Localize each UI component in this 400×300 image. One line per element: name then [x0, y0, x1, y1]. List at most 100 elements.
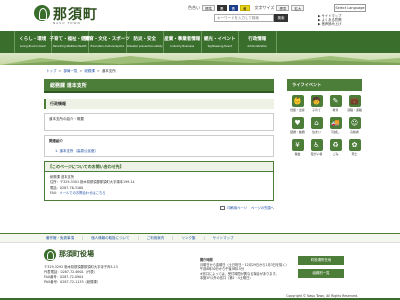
flower-icon: ✿: [348, 139, 361, 151]
footer-link-privacy[interactable]: 個人情報の取扱について: [91, 236, 129, 241]
size-standard-button[interactable]: 標準: [276, 5, 290, 11]
life-event-label: 税金: [294, 152, 301, 156]
heart-icon: ♥: [291, 117, 304, 129]
color-black-button[interactable]: 黒: [217, 5, 227, 11]
site-logo[interactable]: 那須町 NASU TOWN: [34, 4, 97, 28]
header-quick-links: ▶ サイトマップ ▶ よくある質問 ▶ 音声読み上げ: [318, 14, 341, 27]
footer-hours-line: 本館2F以外の窓口（第2・4土曜日）: [200, 276, 253, 281]
footer-sep: |: [172, 236, 174, 240]
select-language-button[interactable]: Select Language: [334, 4, 366, 12]
nav-item-education[interactable]: 教育・文化・スポーツ Education,Culture,Sports: [85, 31, 130, 53]
global-nav: くらし・環境 Living,Environment 子育て・福祉・健康 Parent…: [0, 31, 400, 53]
color-blue-button[interactable]: 青: [228, 5, 238, 11]
nav-sublabel: Administration: [247, 44, 268, 48]
breadcrumb-current: 道本支所: [101, 69, 116, 73]
life-event-death[interactable]: ✿ 死亡: [346, 139, 363, 159]
hero-banner: [0, 53, 400, 65]
nav-label: 産業・事業者情報: [164, 37, 201, 42]
life-event-label: 子育て: [312, 108, 321, 112]
life-event-label: 就職・退職: [347, 108, 362, 112]
nav-item-sightseeing[interactable]: 観光・イベント Sightseeing,Event: [202, 31, 239, 53]
nav-sublabel: Industry,Business: [170, 44, 195, 48]
breadcrumb-top[interactable]: トップ: [46, 69, 57, 74]
logo-emblem-icon: [34, 5, 50, 21]
life-event-garbage[interactable]: ♻ ごみ: [327, 139, 344, 159]
nav-label: 観光・イベント: [204, 37, 236, 42]
town-hall-location-button[interactable]: 町役場所在地: [298, 256, 344, 265]
site-footer: 那須町役場 〒329-3292 栃木県那須郡那須町大字寺子丙3-13 代表電話：…: [0, 244, 400, 300]
nav-label: くらし・環境: [19, 37, 47, 42]
page-title: 総務課 道本支所: [44, 79, 274, 93]
footer-logo: 那須町役場: [44, 249, 104, 263]
nav-sublabel: Parenting,Welfare,Health: [53, 44, 87, 48]
life-event-moving[interactable]: 🚚 引越し: [327, 117, 344, 137]
sidebar-heading: ライフイベント: [287, 79, 362, 91]
display-tools: 色合い 標準 黒 青 黄 文字サイズ 標準 拡大: [188, 4, 305, 12]
section-heading: 行政情報: [44, 99, 274, 109]
life-event-sidebar: ライフイベント 👶 妊娠・出産 🧒 子育て ✎ 教育 💼 就職・退職 ♥ 結婚・離婚 ⌂ 住…: [287, 79, 362, 163]
search-box: 検索: [214, 14, 288, 22]
search-button[interactable]: 検索: [274, 14, 288, 22]
footer-link-sitemap[interactable]: サイトマップ: [213, 236, 234, 241]
nav-label: 防災・安全: [133, 37, 157, 42]
breadcrumb: トップ > 部局一覧 > 総務課 > 道本支所: [46, 69, 116, 74]
briefcase-icon: 💼: [348, 95, 361, 107]
page-top-link[interactable]: ページの先頭へ: [251, 205, 274, 210]
footer-address: 〒329-3292 栃木県那須郡那須町大字寺子丙3-13 代表電話：0287-7…: [44, 265, 118, 285]
life-event-housing[interactable]: ⌂ 住まい: [308, 117, 325, 137]
nav-sublabel: Disaster prevention,safety: [126, 44, 163, 48]
contact-body: 総務課 道本支所 住所：〒329-3301 栃木県那須郡那須町大字湯本199-1…: [45, 172, 273, 200]
contact-mail-row: FAX：メールでのお問合わせはこちら: [50, 191, 268, 196]
org-list-button[interactable]: 組織別一覧: [298, 269, 344, 278]
life-event-label: ごみ: [332, 152, 339, 156]
truck-icon: 🚚: [329, 117, 342, 129]
pencil-icon: ✎: [329, 95, 342, 107]
footer-link-links[interactable]: リンク集: [181, 236, 195, 241]
contact-fax: FAX：: [50, 191, 60, 196]
footer-link-guide[interactable]: ご利用案内: [147, 236, 165, 241]
size-label: 文字サイズ: [254, 5, 275, 10]
related-link[interactable]: 1. 道本支所（高原公民館）: [55, 149, 269, 154]
footer-link-copyright[interactable]: 著作権・免責事項: [46, 236, 74, 241]
nav-item-industry[interactable]: 産業・事業者情報 Industry,Business: [164, 31, 202, 53]
intro-text: 道本支所の紹介・概要: [49, 117, 84, 121]
site-header: 那須町 NASU TOWN 色合い 標準 黒 青 黄 文字サイズ 標準 拡大 S…: [0, 0, 400, 30]
nav-item-safety[interactable]: 防災・安全 Disaster prevention,safety: [126, 31, 164, 53]
mountain-banner-image: [0, 56, 400, 65]
life-event-employment[interactable]: 💼 就職・退職: [346, 95, 363, 115]
contact-box: 【このページについてのお問い合わせ先】 総務課 道本支所 住所：〒329-330…: [44, 161, 274, 201]
print-link[interactable]: 印刷用ページ: [220, 205, 247, 210]
life-event-label: 住まい: [312, 130, 321, 134]
color-yellow-button[interactable]: 黄: [240, 5, 250, 11]
life-event-label: 教育: [332, 108, 339, 112]
life-event-elderly[interactable]: ☺ 高齢者: [346, 117, 363, 137]
color-standard-button[interactable]: 標準: [202, 5, 215, 11]
life-event-tax[interactable]: ¥ 税金: [289, 139, 306, 159]
nav-item-living[interactable]: くらし・環境 Living,Environment: [14, 31, 52, 53]
print-label: 印刷用ページ: [227, 205, 247, 210]
printer-icon: [220, 205, 226, 210]
life-event-label: 結婚・離婚: [290, 130, 305, 134]
contact-heading: 【このページについてのお問い合わせ先】: [45, 162, 273, 172]
page-utility-links: 印刷用ページ ページの先頭へ: [44, 205, 274, 210]
footer-sep: |: [203, 236, 205, 240]
nav-item-parenting[interactable]: 子育て・福祉・健康 Parenting,Welfare,Health: [50, 31, 90, 53]
life-event-label: 死亡: [351, 152, 358, 156]
breadcrumb-departments[interactable]: 部局一覧: [63, 69, 77, 74]
life-event-pregnancy[interactable]: 👶 妊娠・出産: [289, 95, 306, 115]
life-event-disability[interactable]: ♿ 障がい者: [308, 139, 325, 159]
nav-label: 行政情報: [248, 37, 267, 42]
footer-fax2: PAX番号：0287-72-1133（総務課）: [44, 280, 101, 284]
life-event-education[interactable]: ✎ 教育: [327, 95, 344, 115]
child-icon: 🧒: [310, 95, 323, 107]
life-event-childcare[interactable]: 🧒 子育て: [308, 95, 325, 115]
voice-reader-link[interactable]: ▶ 音声読み上げ: [318, 22, 341, 26]
breadcrumb-soumu[interactable]: 総務課: [84, 69, 95, 74]
search-input[interactable]: [214, 14, 274, 22]
size-large-button[interactable]: 拡大: [291, 5, 305, 11]
breadcrumb-sep: >: [79, 69, 83, 73]
elderly-icon: ☺: [348, 117, 361, 129]
life-event-marriage[interactable]: ♥ 結婚・離婚: [289, 117, 306, 137]
contact-mail-link[interactable]: メールでのお問合わせはこちら: [59, 191, 105, 195]
nav-item-administration[interactable]: 行政情報 Administration: [239, 31, 277, 53]
